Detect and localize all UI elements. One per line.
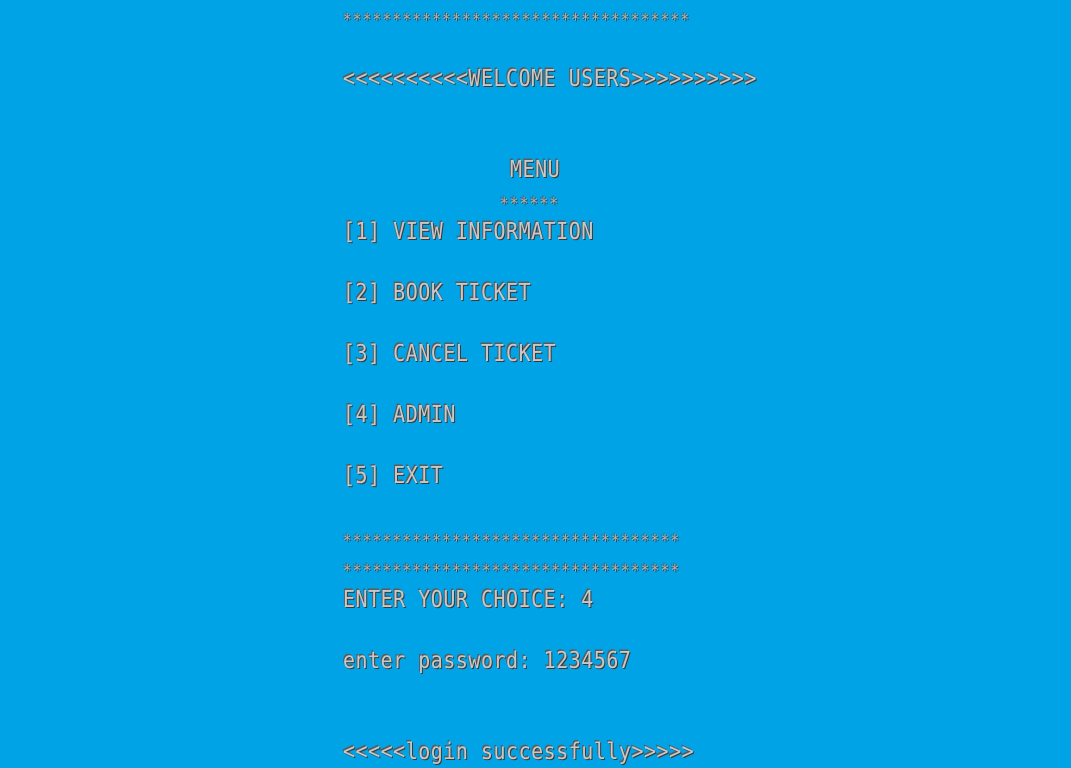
menu-title: MENU	[510, 155, 561, 183]
menu-item-cancel-ticket: [3] CANCEL TICKET	[343, 339, 557, 367]
password-prompt: enter password: 1234567	[343, 646, 632, 674]
bottom-border-2: **********************************	[343, 561, 681, 580]
menu-item-book-ticket: [2] BOOK TICKET	[343, 278, 532, 306]
menu-item-view-information: [1] VIEW INFORMATION	[343, 217, 594, 245]
welcome-banner: <<<<<<<<<<WELCOME USERS>>>>>>>>>>	[343, 64, 757, 92]
top-border: ***********************************	[343, 10, 691, 29]
menu-underline: ******	[500, 194, 560, 213]
menu-item-admin: [4] ADMIN	[343, 400, 456, 428]
bottom-border-1: **********************************	[343, 531, 681, 550]
login-message: <<<<<login successfully>>>>>	[343, 737, 695, 765]
menu-item-exit: [5] EXIT	[343, 461, 444, 489]
choice-prompt: ENTER YOUR CHOICE: 4	[343, 585, 594, 613]
